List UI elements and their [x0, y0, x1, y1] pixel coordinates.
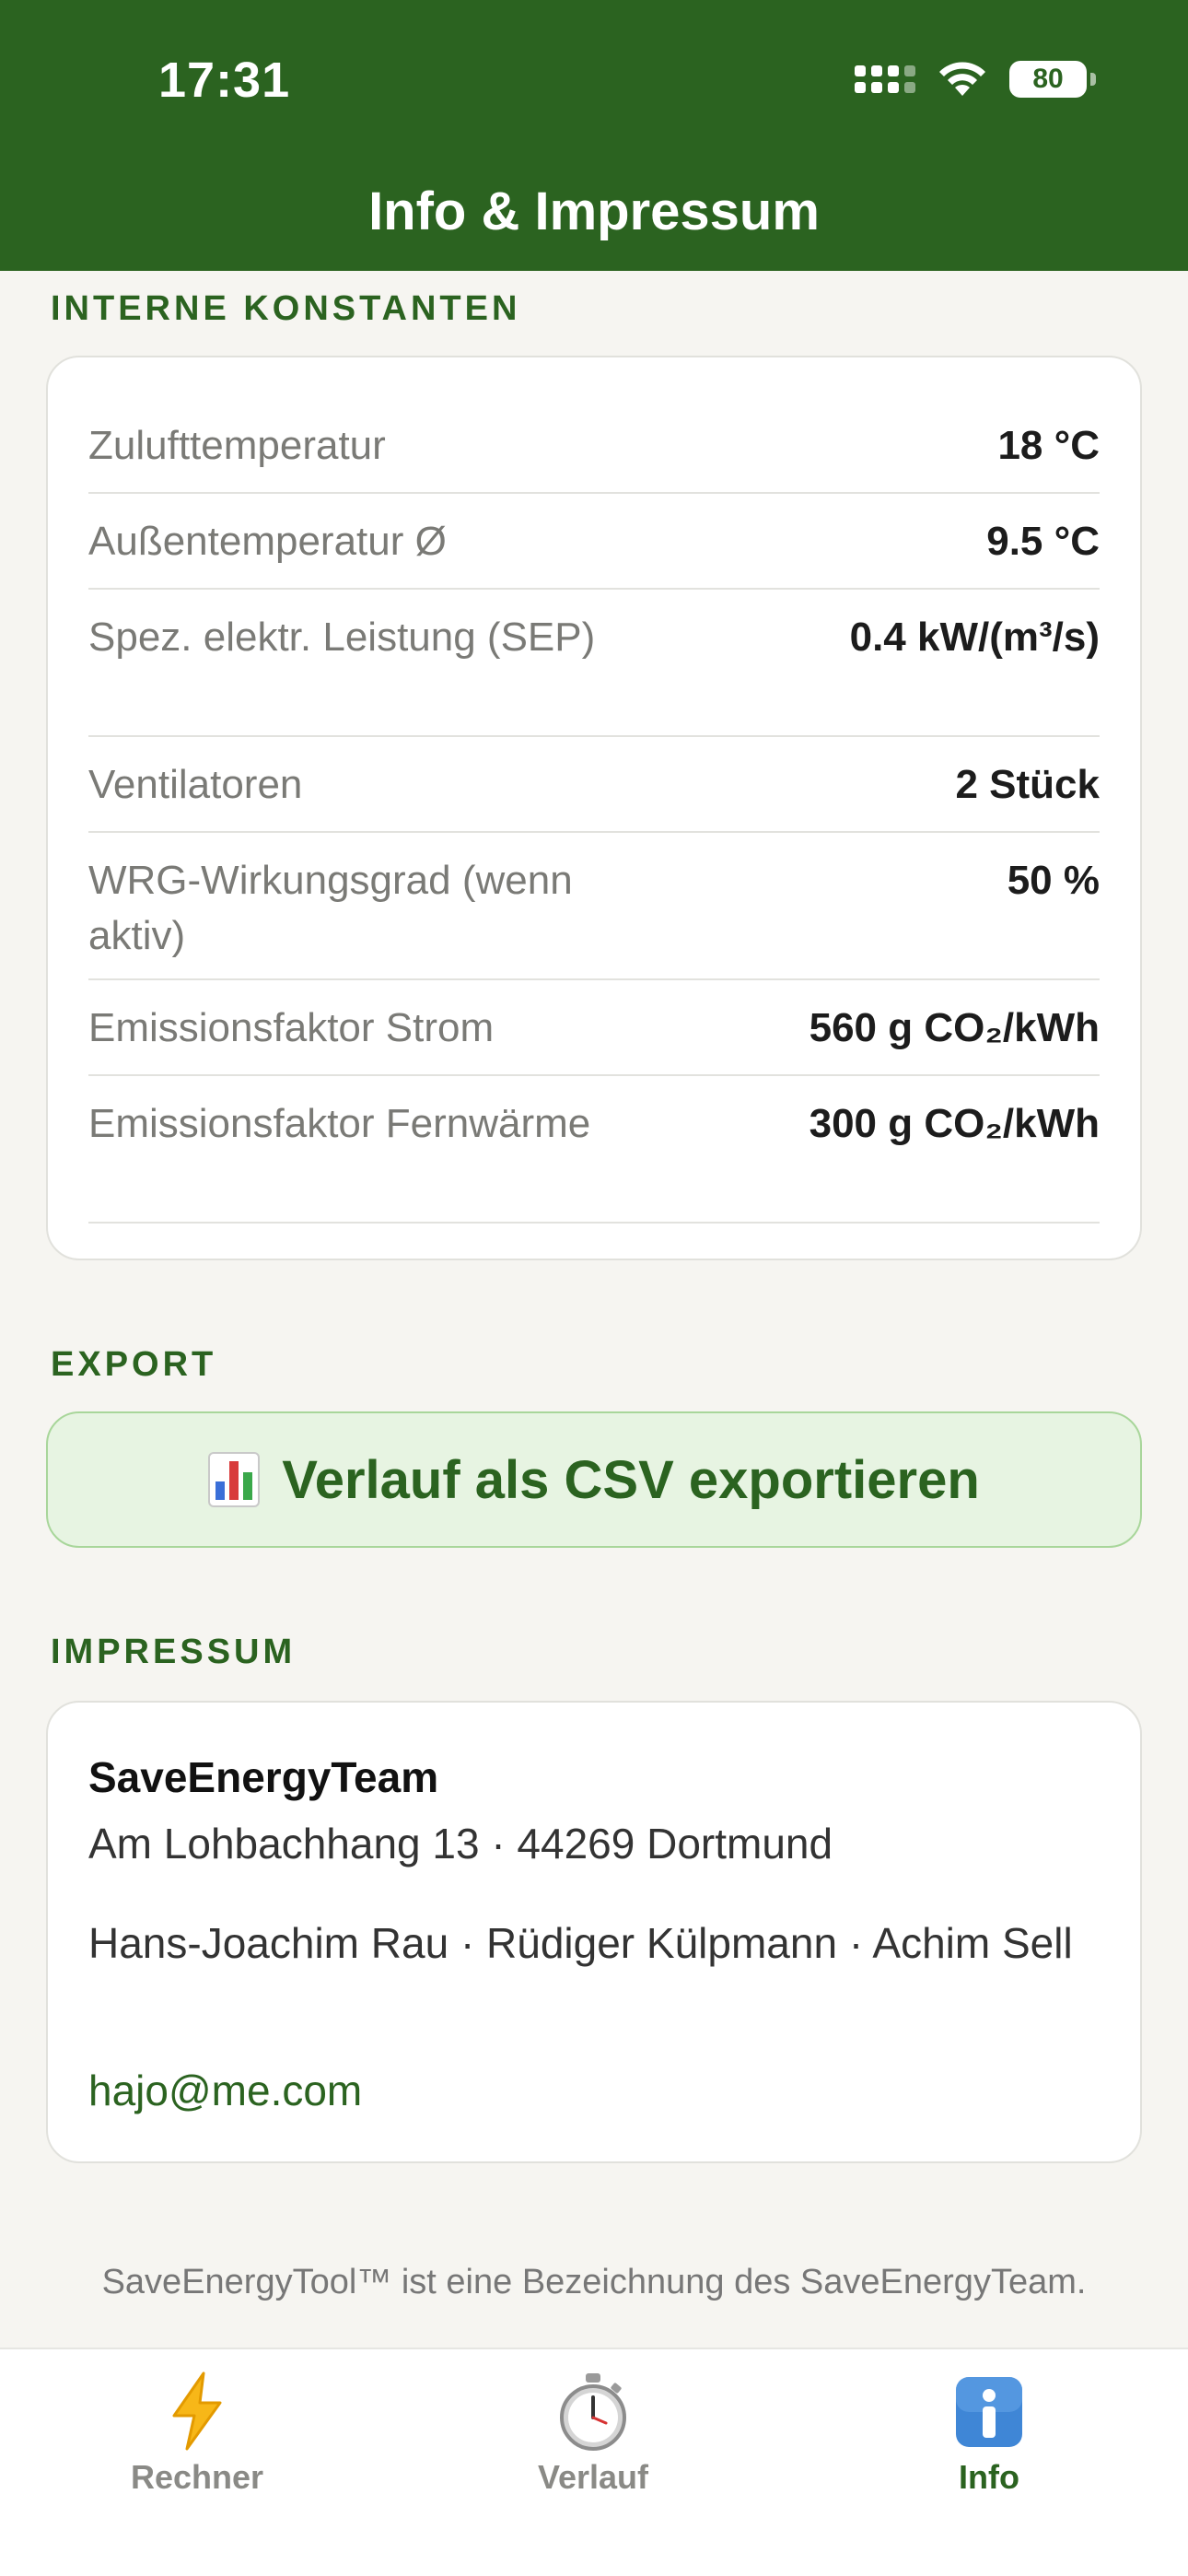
tab-label: Verlauf — [537, 2458, 649, 2496]
constant-value: 50 % — [1007, 858, 1100, 903]
company-address: Am Lohbachhang 13 · 44269 Dortmund — [88, 1820, 833, 1868]
tab-info[interactable]: Info — [851, 2370, 1127, 2497]
constant-row: Ventilatoren 2 Stück — [88, 737, 1100, 833]
battery-level: 80 — [1032, 64, 1064, 94]
constant-label: Zulufttemperatur — [88, 423, 386, 468]
tab-label: Info — [959, 2458, 1019, 2496]
export-csv-button[interactable]: Verlauf als CSV exportieren — [46, 1411, 1142, 1548]
lightning-icon — [172, 2371, 222, 2451]
constant-value: 300 g CO₂/kWh — [809, 1101, 1100, 1146]
tab-verlauf[interactable]: Verlauf — [455, 2370, 731, 2497]
company-name: SaveEnergyTeam — [88, 1753, 439, 1801]
constants-card: Zulufttemperatur 18 °C Außentemperatur Ø… — [46, 356, 1142, 1260]
constant-label: Außentemperatur Ø — [88, 519, 447, 564]
constant-label: WRG-Wirkungsgrad (wenn aktiv) — [88, 858, 573, 958]
constant-row: Außentemperatur Ø 9.5 °C — [88, 494, 1100, 590]
constant-value: 9.5 °C — [986, 519, 1100, 564]
app-header: 17:31 80 Info & Impressum — [0, 0, 1188, 271]
constant-value: 2 Stück — [955, 762, 1100, 807]
bar-chart-icon — [208, 1452, 261, 1507]
trademark-note: SaveEnergyTool™ ist eine Bezeichnung des… — [101, 2263, 1087, 2301]
battery-icon: 80 — [1009, 61, 1096, 98]
constant-row: Emissionsfaktor Fernwärme 300 g CO₂/kWh — [88, 1076, 1100, 1224]
wifi-icon — [939, 62, 985, 96]
tab-label: Rechner — [130, 2458, 264, 2496]
tab-bar: Rechner Verlauf Info — [0, 2348, 1188, 2576]
stopwatch-icon — [560, 2373, 626, 2451]
constant-value: 560 g CO₂/kWh — [809, 1005, 1100, 1050]
cellular-signal-icon — [855, 65, 915, 93]
contact-email-link[interactable]: hajo@me.com — [88, 2066, 362, 2115]
constant-value: 0.4 kW/(m³/s) — [849, 615, 1100, 660]
section-label-export: EXPORT — [51, 1345, 217, 1384]
constant-row: WRG-Wirkungsgrad (wenn aktiv) 50 % — [88, 833, 1100, 980]
constant-label: Emissionsfaktor Fernwärme — [88, 1101, 591, 1146]
constant-label: Spez. elektr. Leistung (SEP) — [88, 615, 596, 660]
section-label-constants: INTERNE KONSTANTEN — [51, 289, 521, 328]
constant-row: Zulufttemperatur 18 °C — [88, 398, 1100, 494]
section-label-impressum: IMPRESSUM — [51, 1633, 297, 1671]
status-time: 17:31 — [158, 53, 291, 108]
constant-row: Emissionsfaktor Strom 560 g CO₂/kWh — [88, 980, 1100, 1076]
constant-value: 18 °C — [997, 423, 1100, 468]
page-title: Info & Impressum — [368, 181, 820, 241]
constant-row: Spez. elektr. Leistung (SEP) 0.4 kW/(m³/… — [88, 590, 1100, 737]
export-button-label: Verlauf als CSV exportieren — [282, 1449, 980, 1510]
constant-label: Ventilatoren — [88, 762, 303, 807]
team-members: Hans-Joachim Rau · Rüdiger Külpmann · Ac… — [88, 1919, 1073, 1967]
status-icons: 80 — [855, 59, 1096, 100]
tab-rechner[interactable]: Rechner — [59, 2370, 335, 2497]
impressum-card: SaveEnergyTeam Am Lohbachhang 13 · 44269… — [46, 1701, 1142, 2163]
info-icon — [956, 2377, 1022, 2447]
constant-label: Emissionsfaktor Strom — [88, 1005, 495, 1050]
